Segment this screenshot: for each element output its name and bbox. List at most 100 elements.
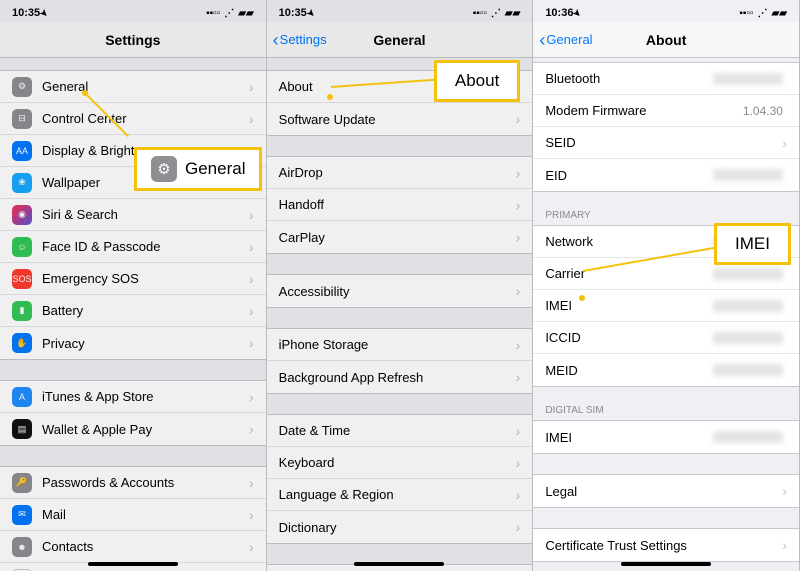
about-row[interactable]: EID xyxy=(533,159,799,191)
about-row[interactable]: Modem Firmware1.04.30 xyxy=(533,95,799,127)
screen-about: 10:36 ▪▪▫▫ ⋰ ▰▰ ‹ General About Bluetoot… xyxy=(533,0,800,571)
chevron-right-icon: › xyxy=(249,507,254,523)
settings-row-appstore[interactable]: AiTunes & App Store› xyxy=(0,381,266,413)
about-row[interactable]: IMEI xyxy=(533,421,799,453)
back-button[interactable]: ‹ Settings xyxy=(273,31,327,49)
general-row[interactable]: Background App Refresh› xyxy=(267,361,533,393)
screen-general: 10:35 ▪▪▫▫ ⋰ ▰▰ ‹ Settings General About… xyxy=(267,0,534,571)
general-row[interactable]: Date & Time› xyxy=(267,415,533,447)
settings-row-privacy[interactable]: ✋Privacy› xyxy=(0,327,266,359)
row-label: Control Center xyxy=(42,111,249,126)
screen-settings: 10:35 ▪▪▫▫ ⋰ ▰▰ Settings ⚙General›⊟Contr… xyxy=(0,0,267,571)
battery-icon: ▰▰ xyxy=(238,8,253,19)
home-indicator[interactable] xyxy=(88,562,178,566)
row-value: 1.04.30 xyxy=(743,104,783,118)
settings-row-general[interactable]: ⚙General› xyxy=(0,71,266,103)
settings-row-control-center[interactable]: ⊟Control Center› xyxy=(0,103,266,135)
wallet-icon: ▤ xyxy=(12,419,32,439)
about-row[interactable]: Legal› xyxy=(533,475,799,507)
general-row[interactable]: AirDrop› xyxy=(267,157,533,189)
about-list[interactable]: BluetoothModem Firmware1.04.30SEID›EIDPR… xyxy=(533,58,799,571)
status-time: 10:35 xyxy=(279,7,307,19)
row-label: General xyxy=(42,79,249,94)
settings-row-passwords[interactable]: 🔑Passwords & Accounts› xyxy=(0,467,266,499)
display-icon: AA xyxy=(12,141,32,161)
row-label: Face ID & Passcode xyxy=(42,239,249,254)
settings-row-faceid[interactable]: ☺Face ID & Passcode› xyxy=(0,231,266,263)
settings-row-contacts[interactable]: ☻Contacts› xyxy=(0,531,266,563)
general-row[interactable]: Language & Region› xyxy=(267,479,533,511)
control-center-icon: ⊟ xyxy=(12,109,32,129)
row-label: Modem Firmware xyxy=(545,103,743,118)
row-label: Software Update xyxy=(279,112,516,127)
siri-icon: ◉ xyxy=(12,205,32,225)
row-label: Emergency SOS xyxy=(42,271,249,286)
battery-icon: ▰▰ xyxy=(505,8,520,19)
settings-row-battery[interactable]: ▮ Battery› xyxy=(0,295,266,327)
about-row[interactable]: Bluetooth xyxy=(533,63,799,95)
wifi-icon: ⋰ xyxy=(758,8,768,19)
row-label: Battery xyxy=(42,303,249,318)
general-row[interactable]: Handoff› xyxy=(267,189,533,221)
home-indicator[interactable] xyxy=(354,562,444,566)
chevron-right-icon: › xyxy=(249,475,254,491)
row-label: MEID xyxy=(545,363,713,378)
page-title: General xyxy=(373,32,425,48)
row-label: ICCID xyxy=(545,330,713,345)
redacted-value xyxy=(713,300,783,312)
redacted-value xyxy=(713,268,783,280)
signal-icon: ▪▪▫▫ xyxy=(739,8,753,19)
general-row[interactable]: Software Update› xyxy=(267,103,533,135)
about-row[interactable]: Certificate Trust Settings› xyxy=(533,529,799,561)
general-list[interactable]: About›Software Update›AirDrop›Handoff›Ca… xyxy=(267,58,533,571)
back-label: Settings xyxy=(280,32,327,47)
row-label: IMEI xyxy=(545,430,713,445)
settings-row-wallet[interactable]: ▤Wallet & Apple Pay› xyxy=(0,413,266,445)
about-row[interactable]: MEID xyxy=(533,354,799,386)
callout-label: About xyxy=(455,71,499,91)
about-row[interactable]: SEID› xyxy=(533,127,799,159)
chevron-right-icon: › xyxy=(249,271,254,287)
gear-icon: ⚙ xyxy=(151,156,177,182)
battery-icon: ▮ xyxy=(12,301,32,321)
about-row[interactable]: ICCID xyxy=(533,322,799,354)
chevron-right-icon: › xyxy=(516,455,521,471)
signal-icon: ▪▪▫▫ xyxy=(206,8,220,19)
chevron-right-icon: › xyxy=(782,483,787,499)
home-indicator[interactable] xyxy=(621,562,711,566)
battery-icon: ▰▰ xyxy=(772,8,787,19)
general-row[interactable]: iPhone Storage› xyxy=(267,329,533,361)
redacted-value xyxy=(713,431,783,443)
settings-row-sos[interactable]: SOS Emergency SOS› xyxy=(0,263,266,295)
general-row[interactable]: Keyboard› xyxy=(267,447,533,479)
redacted-value xyxy=(713,364,783,376)
row-label: Accessibility xyxy=(279,284,516,299)
row-label: AirDrop xyxy=(279,165,516,180)
location-icon xyxy=(573,7,581,19)
status-bar: 10:36 ▪▪▫▫ ⋰ ▰▰ xyxy=(533,0,799,22)
general-row[interactable]: CarPlay› xyxy=(267,221,533,253)
chevron-right-icon: › xyxy=(782,135,787,151)
settings-row-mail[interactable]: ✉Mail› xyxy=(0,499,266,531)
general-row[interactable]: Dictionary› xyxy=(267,511,533,543)
chevron-left-icon: ‹ xyxy=(273,31,279,49)
row-label: Date & Time xyxy=(279,423,516,438)
wifi-icon: ⋰ xyxy=(491,8,501,19)
row-label: iPhone Storage xyxy=(279,337,516,352)
row-label: IMEI xyxy=(545,298,713,313)
general-row[interactable]: Accessibility› xyxy=(267,275,533,307)
settings-list[interactable]: ⚙General›⊟Control Center›AADisplay & Bri… xyxy=(0,58,266,571)
callout-label: General xyxy=(185,159,245,179)
chevron-right-icon: › xyxy=(249,303,254,319)
row-label: Mail xyxy=(42,507,249,522)
chevron-right-icon: › xyxy=(516,197,521,213)
settings-row-siri[interactable]: ◉Siri & Search› xyxy=(0,199,266,231)
back-button[interactable]: ‹ General xyxy=(539,31,592,49)
chevron-right-icon: › xyxy=(516,423,521,439)
about-row[interactable]: IMEI xyxy=(533,290,799,322)
row-label: Handoff xyxy=(279,197,516,212)
wifi-icon: ⋰ xyxy=(224,8,234,19)
sos-icon: SOS xyxy=(12,269,32,289)
chevron-right-icon: › xyxy=(516,519,521,535)
redacted-value xyxy=(713,73,783,85)
